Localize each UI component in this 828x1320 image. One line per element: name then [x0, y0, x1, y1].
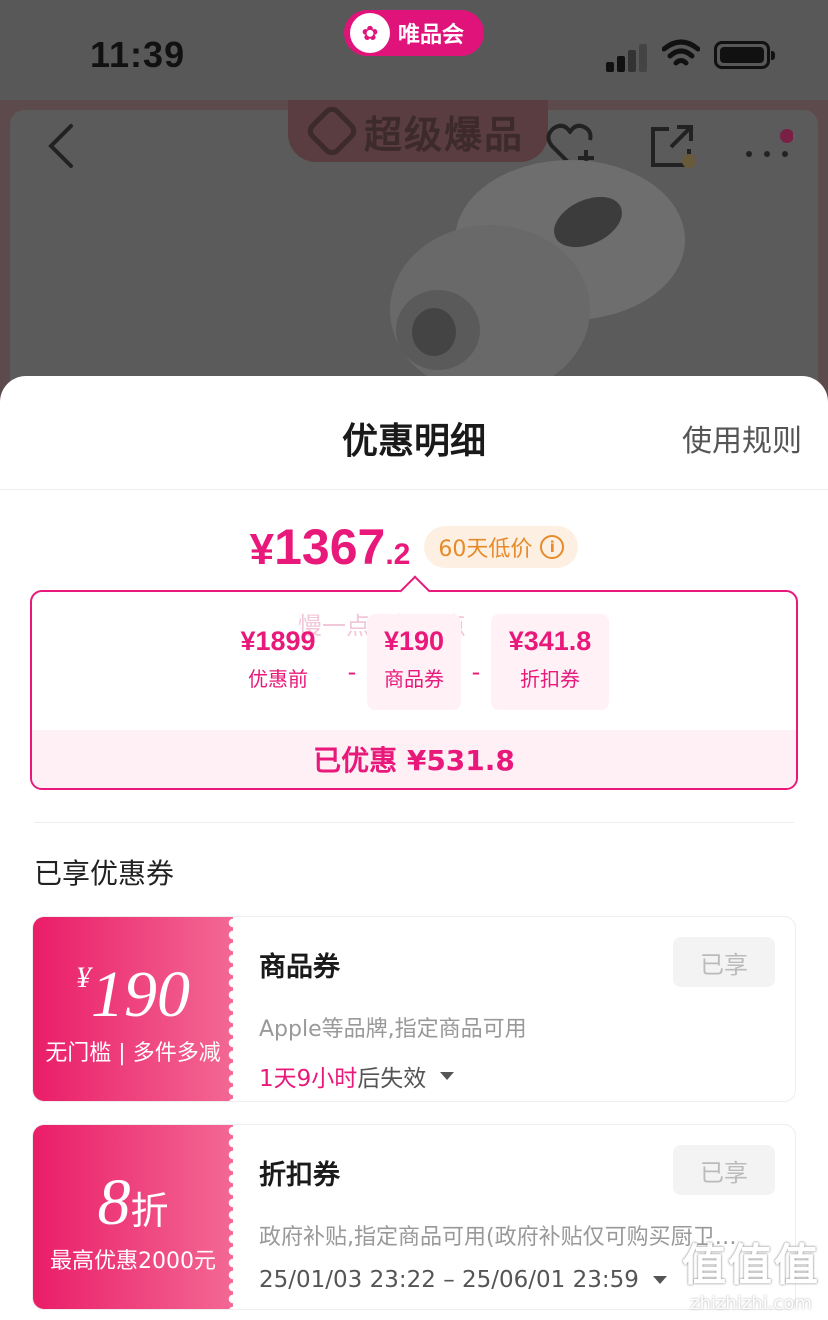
coupon-condition: 最高优惠2000元: [50, 1249, 216, 1274]
coupon-value-panel: ¥190 无门槛 | 多件多减: [33, 917, 239, 1101]
price-integer: 1367: [274, 519, 386, 575]
app-indicator-pill[interactable]: ✿ 唯品会: [344, 10, 484, 56]
coupon-amount: 190: [91, 958, 190, 1031]
final-price-row: ¥1367.2 60天低价 i: [0, 518, 828, 576]
breakdown-amount: ¥341.8: [508, 626, 592, 656]
coupon-value: ¥190: [33, 957, 233, 1033]
coupon-name: 折扣券: [259, 1160, 340, 1191]
status-bar: 11:39 ✿ 唯品会: [0, 0, 828, 100]
site-watermark-logo: 值值值: [682, 1240, 820, 1291]
more-button[interactable]: [740, 118, 796, 174]
battery-icon: [714, 41, 775, 69]
coupon-value-panel: 8折 最高优惠2000元: [33, 1125, 239, 1309]
price-breakdown-box: 慢一点再慢一点 ¥1899 优惠前 - ¥190 商品券 - ¥341.8 折扣…: [30, 590, 798, 790]
back-button[interactable]: [32, 118, 88, 174]
coupon-card[interactable]: ¥190 无门槛 | 多件多减 商品券 Apple等品牌,指定商品可用 1天9小…: [32, 916, 796, 1102]
coupon-expiry-text: 25/01/03 23:22 – 25/06/01 23:59: [259, 1267, 639, 1293]
wifi-icon: [662, 39, 700, 66]
breakdown-label: 优惠前: [248, 667, 308, 691]
coupon-description: Apple等品牌,指定商品可用: [259, 1017, 527, 1042]
coupon-expiry-text: 后失效: [357, 1066, 427, 1092]
breakdown-amount: ¥190: [383, 626, 445, 656]
site-watermark: 值值值 zhizhizhi.com: [682, 1229, 820, 1314]
info-icon: i: [540, 535, 565, 559]
coupon-value: 8折: [33, 1165, 233, 1241]
breakdown-items: ¥1899 优惠前 - ¥190 商品券 - ¥341.8 折扣券: [32, 614, 796, 710]
status-time: 11:39: [90, 34, 186, 75]
minus-operator: -: [347, 658, 357, 686]
total-saved: 已优惠 ¥531.8: [32, 730, 796, 788]
caret-down-icon: [440, 1072, 455, 1080]
breakdown-amount: ¥1899: [240, 626, 316, 656]
breakdown-label: 折扣券: [520, 667, 580, 691]
coupon-unit: 折: [130, 1189, 169, 1233]
coupon-status-button[interactable]: 已享: [673, 1145, 775, 1195]
earbud-product-image: [390, 160, 685, 395]
app-name: 唯品会: [398, 23, 465, 48]
cellular-signal-icon: [606, 40, 648, 72]
breakdown-label: 商品券: [384, 667, 444, 691]
chevron-left-icon: [48, 124, 73, 168]
vip-bunny-icon: ✿: [350, 13, 390, 53]
site-watermark-url: zhizhizhi.com: [690, 1293, 812, 1314]
coupon-expiry-countdown: 1天9小时: [259, 1066, 358, 1092]
more-dots-icon: [746, 129, 793, 157]
minus-operator: -: [471, 658, 481, 686]
low-price-badge-label: 60天低价: [438, 537, 533, 562]
discount-details-sheet: 优惠明细 使用规则 ¥1367.2 60天低价 i 慢一点再慢一点 ¥1899 …: [0, 376, 828, 1320]
usage-rules-link[interactable]: 使用规则: [682, 416, 802, 460]
breakdown-original: ¥1899 优惠前: [219, 614, 337, 710]
coupon-symbol: ¥: [76, 961, 91, 994]
coupon-name: 商品券: [259, 952, 340, 983]
caret-down-icon: [652, 1276, 667, 1284]
sheet-header: 优惠明细 使用规则: [0, 376, 828, 490]
final-price: ¥1367.2: [250, 518, 411, 576]
price-decimal: .2: [385, 538, 411, 571]
coupon-expiry[interactable]: 25/01/03 23:22 – 25/06/01 23:59: [259, 1267, 667, 1293]
banner-logo-icon: [303, 102, 361, 160]
coupon-condition: 无门槛 | 多件多减: [45, 1041, 221, 1066]
coupon-status-button[interactable]: 已享: [673, 937, 775, 987]
low-price-badge[interactable]: 60天低价 i: [424, 526, 579, 568]
breakdown-discount-coupon: ¥341.8 折扣券: [491, 614, 609, 710]
coupon-expiry[interactable]: 1天9小时 后失效: [259, 1059, 455, 1093]
breakdown-product-coupon: ¥190 商品券: [367, 614, 461, 710]
applied-coupons-title: 已享优惠券: [34, 857, 175, 890]
price-currency: ¥: [249, 525, 275, 574]
coupon-amount: 8: [97, 1166, 131, 1239]
divider: [34, 822, 794, 823]
